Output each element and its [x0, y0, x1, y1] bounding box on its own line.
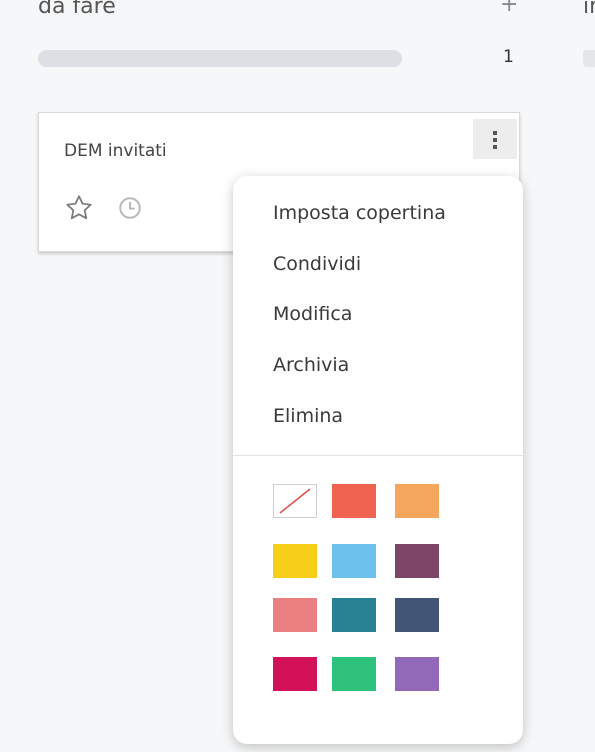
color-swatch-4[interactable] — [332, 544, 376, 578]
menu-item-edit[interactable]: Modifica — [273, 302, 352, 326]
color-swatch-8[interactable] — [395, 598, 439, 632]
next-column-progress-bar — [583, 50, 595, 67]
menu-item-set-cover[interactable]: Imposta copertina — [273, 201, 446, 225]
card-menu-button[interactable] — [473, 119, 517, 159]
card-count: 1 — [503, 47, 514, 67]
color-swatch-3[interactable] — [273, 544, 317, 578]
column-header: da fare + — [38, 0, 528, 24]
color-swatch-7[interactable] — [332, 598, 376, 632]
card-title[interactable]: DEM invitati — [64, 141, 167, 161]
card-options-menu: Imposta copertina Condividi Modifica Arc… — [233, 176, 523, 744]
add-card-icon[interactable]: + — [500, 0, 518, 16]
menu-item-archive[interactable]: Archivia — [273, 353, 349, 377]
kebab-menu-icon — [493, 131, 497, 149]
color-swatch-2[interactable] — [395, 484, 439, 518]
color-swatch-1[interactable] — [332, 484, 376, 518]
color-swatch-10[interactable] — [332, 657, 376, 691]
clock-icon[interactable] — [117, 195, 143, 221]
color-swatch-6[interactable] — [273, 598, 317, 632]
color-swatch-5[interactable] — [395, 544, 439, 578]
color-swatch-none[interactable] — [273, 484, 317, 518]
menu-item-share[interactable]: Condividi — [273, 252, 361, 276]
next-column-title: in — [583, 0, 595, 19]
menu-item-delete[interactable]: Elimina — [273, 404, 343, 428]
star-outline-icon[interactable] — [64, 193, 94, 223]
color-swatch-9[interactable] — [273, 657, 317, 691]
menu-divider — [233, 455, 523, 456]
column-title: da fare — [38, 0, 116, 19]
color-swatch-11[interactable] — [395, 657, 439, 691]
column-progress-bar — [38, 50, 402, 67]
